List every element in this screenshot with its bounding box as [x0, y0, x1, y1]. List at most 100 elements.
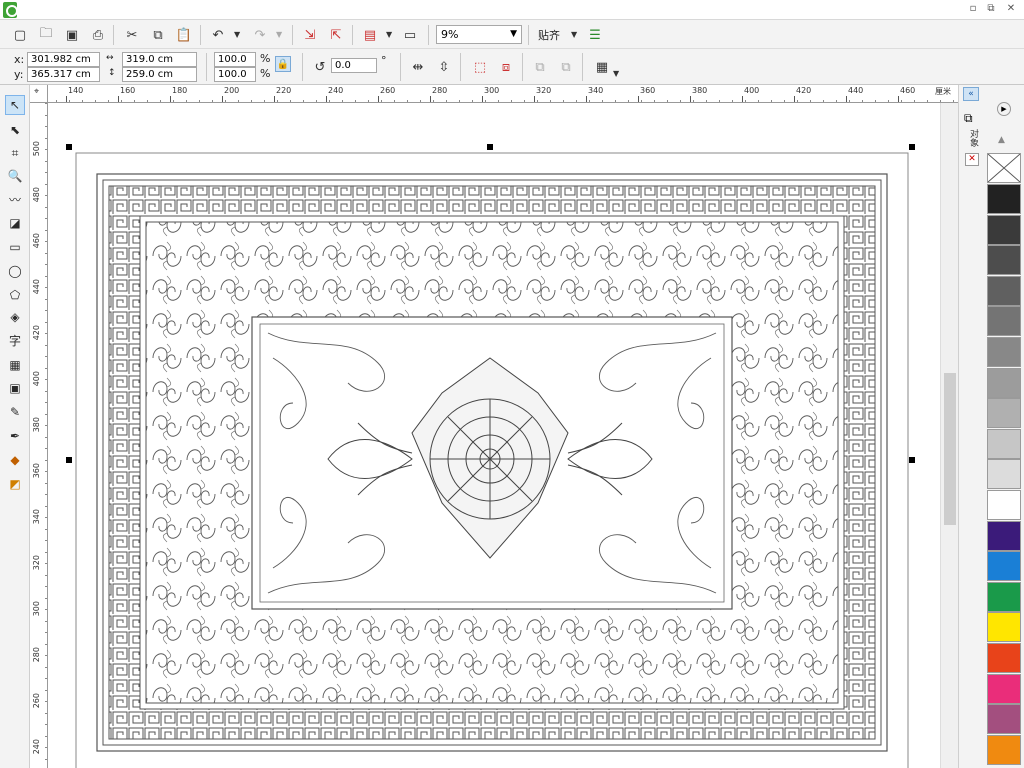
- color-swatch[interactable]: [987, 214, 1021, 245]
- snap-to-label[interactable]: 贴齐: [538, 27, 560, 43]
- text-tool-icon[interactable]: 字: [5, 330, 25, 350]
- scrollbar-thumb[interactable]: [944, 373, 956, 525]
- color-swatch[interactable]: [987, 367, 1021, 398]
- y-position-field[interactable]: [27, 67, 100, 82]
- color-swatch[interactable]: [987, 612, 1021, 643]
- publish-pdf-icon[interactable]: ▤: [360, 25, 380, 45]
- basic-shapes-icon[interactable]: ◈: [5, 307, 25, 327]
- restore-icon[interactable]: ⧉: [984, 2, 998, 16]
- import-icon[interactable]: ⇲: [300, 25, 320, 45]
- color-swatch[interactable]: [987, 643, 1021, 673]
- color-swatch[interactable]: [987, 337, 1021, 367]
- x-position-field[interactable]: [27, 52, 100, 67]
- width-icon: ↔: [106, 53, 114, 63]
- undo-icon[interactable]: ↶: [208, 25, 228, 45]
- ruler-origin[interactable]: ⌖: [30, 85, 48, 103]
- mirror-vertical-icon[interactable]: ⇳: [434, 57, 454, 77]
- lock-ratio-icon[interactable]: 🔒: [275, 56, 291, 72]
- color-swatch[interactable]: [987, 673, 1021, 704]
- break-apart-icon[interactable]: ⧉: [556, 57, 576, 77]
- to-front-icon[interactable]: ⧈: [496, 57, 516, 77]
- save-icon[interactable]: ▣: [62, 25, 82, 45]
- launcher-dropdown-icon[interactable]: ▼: [386, 30, 392, 39]
- color-swatch[interactable]: [987, 490, 1021, 520]
- redo-dropdown-icon[interactable]: ▼: [276, 30, 282, 39]
- fill-tool-icon[interactable]: ◆: [5, 450, 25, 470]
- zoom-level-value: 9%: [441, 28, 459, 41]
- mirror-horizontal-icon[interactable]: ⇹: [408, 57, 428, 77]
- options-icon[interactable]: ☰: [585, 25, 605, 45]
- horizontal-ruler[interactable]: 140 160 180 200 220 240 260 280 300 320 340 360 380 4…: [30, 85, 958, 103]
- crop-tool-icon[interactable]: ⌗: [5, 143, 25, 163]
- snap-dropdown-icon[interactable]: ▼: [571, 30, 577, 39]
- ellipse-tool-icon[interactable]: ◯: [5, 261, 25, 281]
- vertical-ruler[interactable]: 500 480 460 440 420 400 380 360 340 320 300 280 260 2…: [30, 103, 48, 768]
- align-dropdown-icon[interactable]: ▼: [613, 69, 619, 78]
- scale-height-field[interactable]: [214, 67, 256, 82]
- width-field[interactable]: [122, 52, 197, 67]
- color-swatch[interactable]: [987, 459, 1021, 490]
- scale-width-field[interactable]: [214, 52, 256, 67]
- welcome-screen-icon[interactable]: ▭: [400, 25, 420, 45]
- palette-scroll-up-icon[interactable]: ▲: [998, 135, 1005, 145]
- ruler-tick: [898, 96, 899, 102]
- rectangle-tool-icon[interactable]: ▭: [5, 237, 25, 257]
- combine-icon[interactable]: ⧉: [530, 57, 550, 77]
- table-tool-icon[interactable]: ▦: [5, 355, 25, 375]
- zoom-level-select[interactable]: 9% ▼: [436, 25, 522, 44]
- open-folder-icon[interactable]: 🗀: [36, 25, 56, 45]
- cut-icon[interactable]: ✂: [122, 25, 142, 45]
- ruler-tick-label: 180: [172, 86, 188, 95]
- palette-flyout-icon[interactable]: ▶: [997, 102, 1011, 116]
- minimize-icon[interactable]: ▫: [966, 2, 980, 16]
- eyedropper-icon[interactable]: ✎: [5, 402, 25, 422]
- vertical-scrollbar[interactable]: [940, 103, 958, 768]
- ruler-tick-label: 500: [32, 141, 41, 157]
- polygon-tool-icon[interactable]: ⬠: [5, 285, 25, 305]
- close-icon[interactable]: ✕: [1004, 2, 1018, 16]
- parallel-dimension-icon[interactable]: ▣: [5, 378, 25, 398]
- color-swatch[interactable]: [987, 398, 1021, 429]
- color-swatch[interactable]: [987, 551, 1021, 582]
- color-swatch[interactable]: [987, 581, 1021, 612]
- smart-fill-icon[interactable]: ◪: [5, 213, 25, 233]
- ruler-tick-label: 440: [848, 86, 864, 95]
- ruler-tick: [222, 96, 223, 102]
- ruler-tick: [326, 96, 327, 102]
- color-swatch[interactable]: [987, 275, 1021, 306]
- color-swatch[interactable]: [987, 704, 1021, 735]
- objects-docker-icon[interactable]: ⧉: [964, 111, 973, 126]
- copy-icon[interactable]: ⧉: [148, 25, 168, 45]
- height-field[interactable]: [122, 67, 197, 82]
- new-document-icon[interactable]: ▢: [10, 25, 30, 45]
- print-icon[interactable]: ⎙: [88, 25, 108, 45]
- freehand-tool-icon[interactable]: 〰: [5, 189, 25, 209]
- ruler-tick: [846, 96, 847, 102]
- color-swatch[interactable]: [987, 520, 1021, 551]
- color-swatch[interactable]: [987, 306, 1021, 337]
- carpet-design-artwork[interactable]: [48, 103, 940, 768]
- shape-tool-icon[interactable]: ⬉: [5, 120, 25, 140]
- paste-icon[interactable]: 📋: [174, 25, 194, 45]
- color-swatch[interactable]: [987, 734, 1021, 765]
- rotation-angle-field[interactable]: [331, 58, 377, 73]
- no-color-swatch[interactable]: [987, 153, 1021, 183]
- close-docker-icon[interactable]: ✕: [965, 153, 979, 166]
- redo-icon[interactable]: ↷: [250, 25, 270, 45]
- align-distribute-icon[interactable]: ▦: [592, 57, 612, 77]
- objects-docker-tab[interactable]: 对象: [967, 129, 980, 147]
- ruler-tick-label: 140: [68, 86, 84, 95]
- pick-tool-icon[interactable]: ↖: [5, 95, 25, 115]
- export-icon[interactable]: ⇱: [326, 25, 346, 45]
- color-swatch[interactable]: [987, 245, 1021, 276]
- outline-pen-icon[interactable]: ✒: [5, 426, 25, 446]
- color-swatch[interactable]: [987, 184, 1021, 214]
- undo-dropdown-icon[interactable]: ▼: [234, 30, 240, 39]
- wrap-text-icon[interactable]: ⬚: [470, 57, 490, 77]
- color-swatch[interactable]: [987, 428, 1021, 459]
- interactive-fill-icon[interactable]: ◩: [5, 474, 25, 494]
- zoom-tool-icon[interactable]: 🔍: [5, 166, 25, 186]
- ruler-tick-label: 240: [328, 86, 344, 95]
- drawing-canvas[interactable]: [48, 103, 940, 768]
- collapse-docker-icon[interactable]: «: [963, 87, 979, 101]
